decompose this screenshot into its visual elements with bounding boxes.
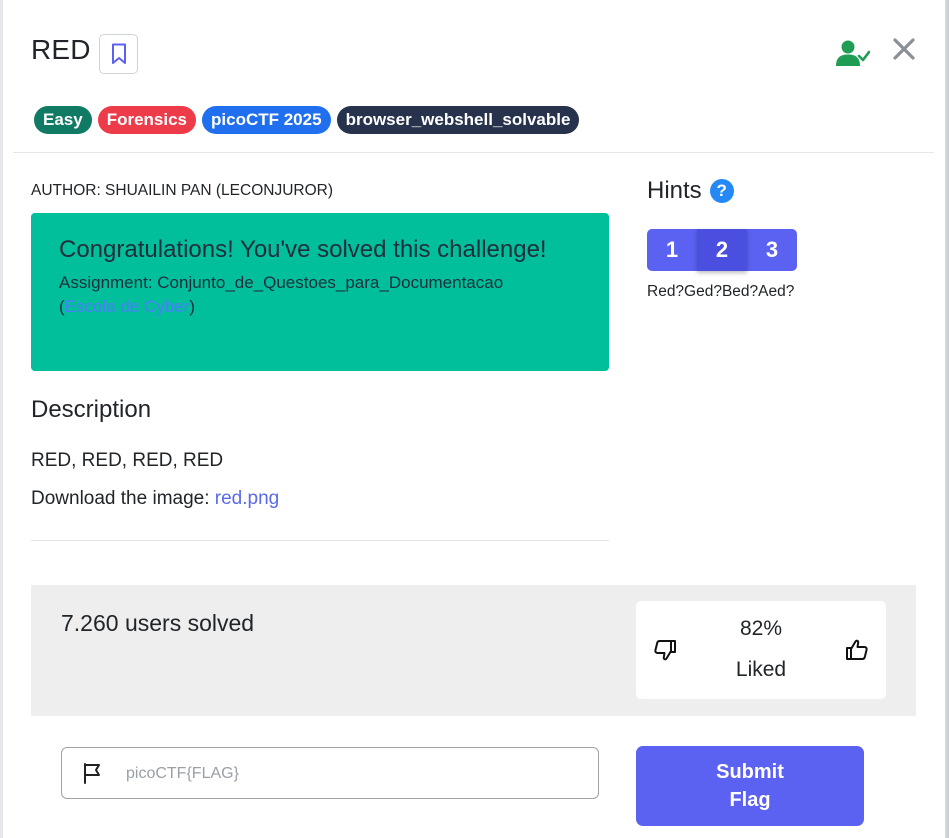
- hint-button-group: 1 2 3: [647, 229, 797, 271]
- tag-event[interactable]: picoCTF 2025: [202, 106, 331, 134]
- flag-input[interactable]: [124, 760, 568, 788]
- bookmark-button[interactable]: [99, 34, 138, 74]
- tag-list: Easy Forensics picoCTF 2025 browser_webs…: [34, 106, 580, 134]
- thumbs-up-icon[interactable]: [845, 638, 869, 662]
- stats-panel: 7.260 users solved 82% Liked: [31, 585, 916, 716]
- assignment-line: Assignment: Conjunto_de_Questoes_para_Do…: [59, 271, 581, 319]
- bookmark-icon: [111, 43, 126, 64]
- hint-button-1[interactable]: 1: [647, 229, 697, 271]
- download-line: Download the image: red.png: [31, 488, 279, 510]
- close-icon[interactable]: [891, 36, 917, 62]
- hint-content: Red?Ged?Bed?Aed?: [647, 283, 795, 300]
- left-edge-shade: [0, 0, 3, 838]
- assignment-paren-close: ): [189, 297, 196, 316]
- flag-field: [61, 747, 599, 799]
- solved-banner-title: Congratulations! You've solved this chal…: [59, 236, 547, 263]
- download-label: Download the image:: [31, 488, 210, 509]
- description-text: RED, RED, RED, RED: [31, 450, 224, 471]
- tag-category[interactable]: Forensics: [97, 106, 197, 134]
- question-circle-icon[interactable]: ?: [709, 179, 734, 203]
- assignment-text: Assignment: Conjunto_de_Questoes_para_Do…: [59, 273, 504, 292]
- submit-flag-button[interactable]: Submit Flag: [636, 746, 864, 826]
- hints-heading: Hints ?: [647, 177, 734, 205]
- header-divider: [13, 152, 934, 153]
- right-edge-shade: [945, 0, 949, 838]
- description-heading: Description: [31, 396, 152, 423]
- download-link[interactable]: red.png: [215, 488, 279, 509]
- author-label: AUTHOR: SHUAILIN PAN (LECONJUROR): [31, 182, 333, 199]
- flag-icon: [84, 763, 100, 784]
- rating-card: 82% Liked: [636, 601, 886, 699]
- description-divider: [31, 540, 609, 541]
- solved-banner: Congratulations! You've solved this chal…: [31, 213, 609, 371]
- hint-button-3[interactable]: 3: [747, 229, 797, 271]
- hints-title: Hints: [647, 177, 702, 204]
- challenge-title: RED: [31, 34, 91, 65]
- tag-solvable[interactable]: browser_webshell_solvable: [336, 106, 580, 134]
- solved-count: 7.260 users solved: [61, 610, 255, 636]
- user-check-icon: [836, 40, 870, 66]
- tag-difficulty[interactable]: Easy: [34, 106, 92, 134]
- assignment-link[interactable]: Escola de Cyber: [65, 297, 190, 316]
- hint-button-2[interactable]: 2: [697, 229, 747, 271]
